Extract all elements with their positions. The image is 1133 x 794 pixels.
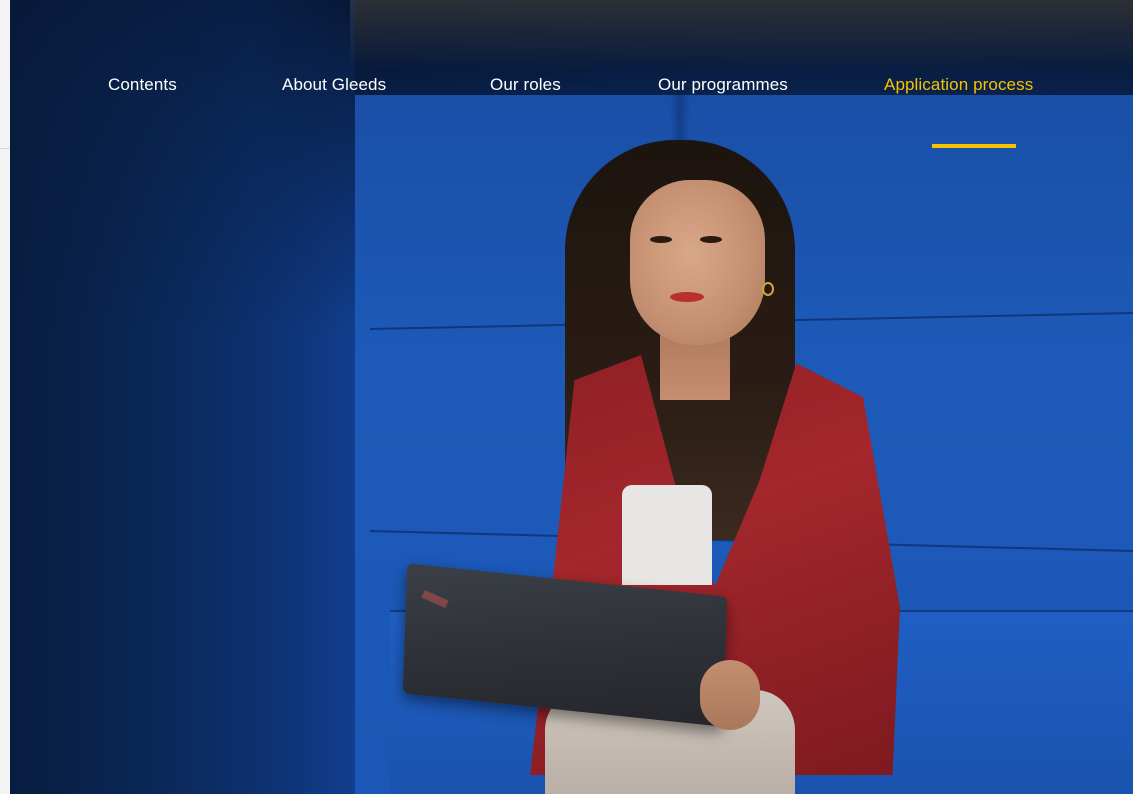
lips bbox=[670, 292, 704, 302]
white-top bbox=[622, 485, 712, 585]
divider bbox=[0, 148, 10, 149]
nav-item-our-programmes[interactable]: Our programmes bbox=[658, 75, 788, 95]
nav-item-application-process[interactable]: Application process bbox=[884, 75, 1033, 95]
page-margin bbox=[0, 0, 10, 794]
top-navigation: Contents About Gleeds Our roles Our prog… bbox=[10, 0, 1133, 150]
eye bbox=[700, 236, 722, 243]
nav-item-contents[interactable]: Contents bbox=[108, 75, 177, 95]
eye bbox=[650, 236, 672, 243]
active-nav-indicator bbox=[932, 144, 1016, 148]
nav-item-about-gleeds[interactable]: About Gleeds bbox=[282, 75, 386, 95]
hand bbox=[700, 660, 760, 730]
face bbox=[630, 180, 765, 345]
earring bbox=[762, 282, 774, 296]
nav-item-our-roles[interactable]: Our roles bbox=[490, 75, 561, 95]
